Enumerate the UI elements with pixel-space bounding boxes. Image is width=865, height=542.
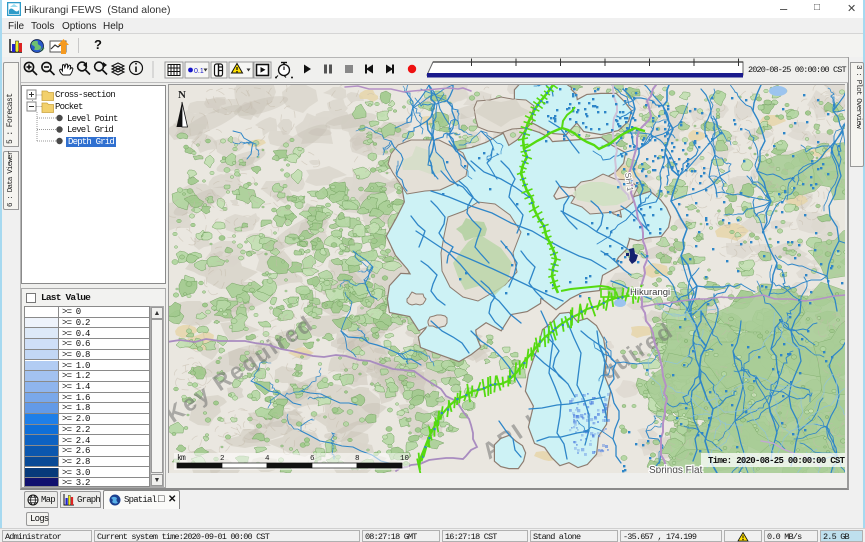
svg-text:Hikurangi: Hikurangi <box>630 287 670 298</box>
svg-text:N: N <box>178 89 186 101</box>
svg-text:Springs Flat: Springs Flat <box>649 465 703 473</box>
svg-text:10: 10 <box>400 455 410 463</box>
svg-text:6: 6 <box>310 455 315 463</box>
svg-text:4: 4 <box>265 455 270 463</box>
svg-text:km: km <box>177 454 186 463</box>
svg-text:2: 2 <box>220 455 225 463</box>
svg-text:0.1: 0.1 <box>194 68 204 75</box>
svg-text:8: 8 <box>355 455 360 463</box>
svg-text:Time: 2020-08-25 00:00:00 CST: Time: 2020-08-25 00:00:00 CST <box>708 456 845 466</box>
